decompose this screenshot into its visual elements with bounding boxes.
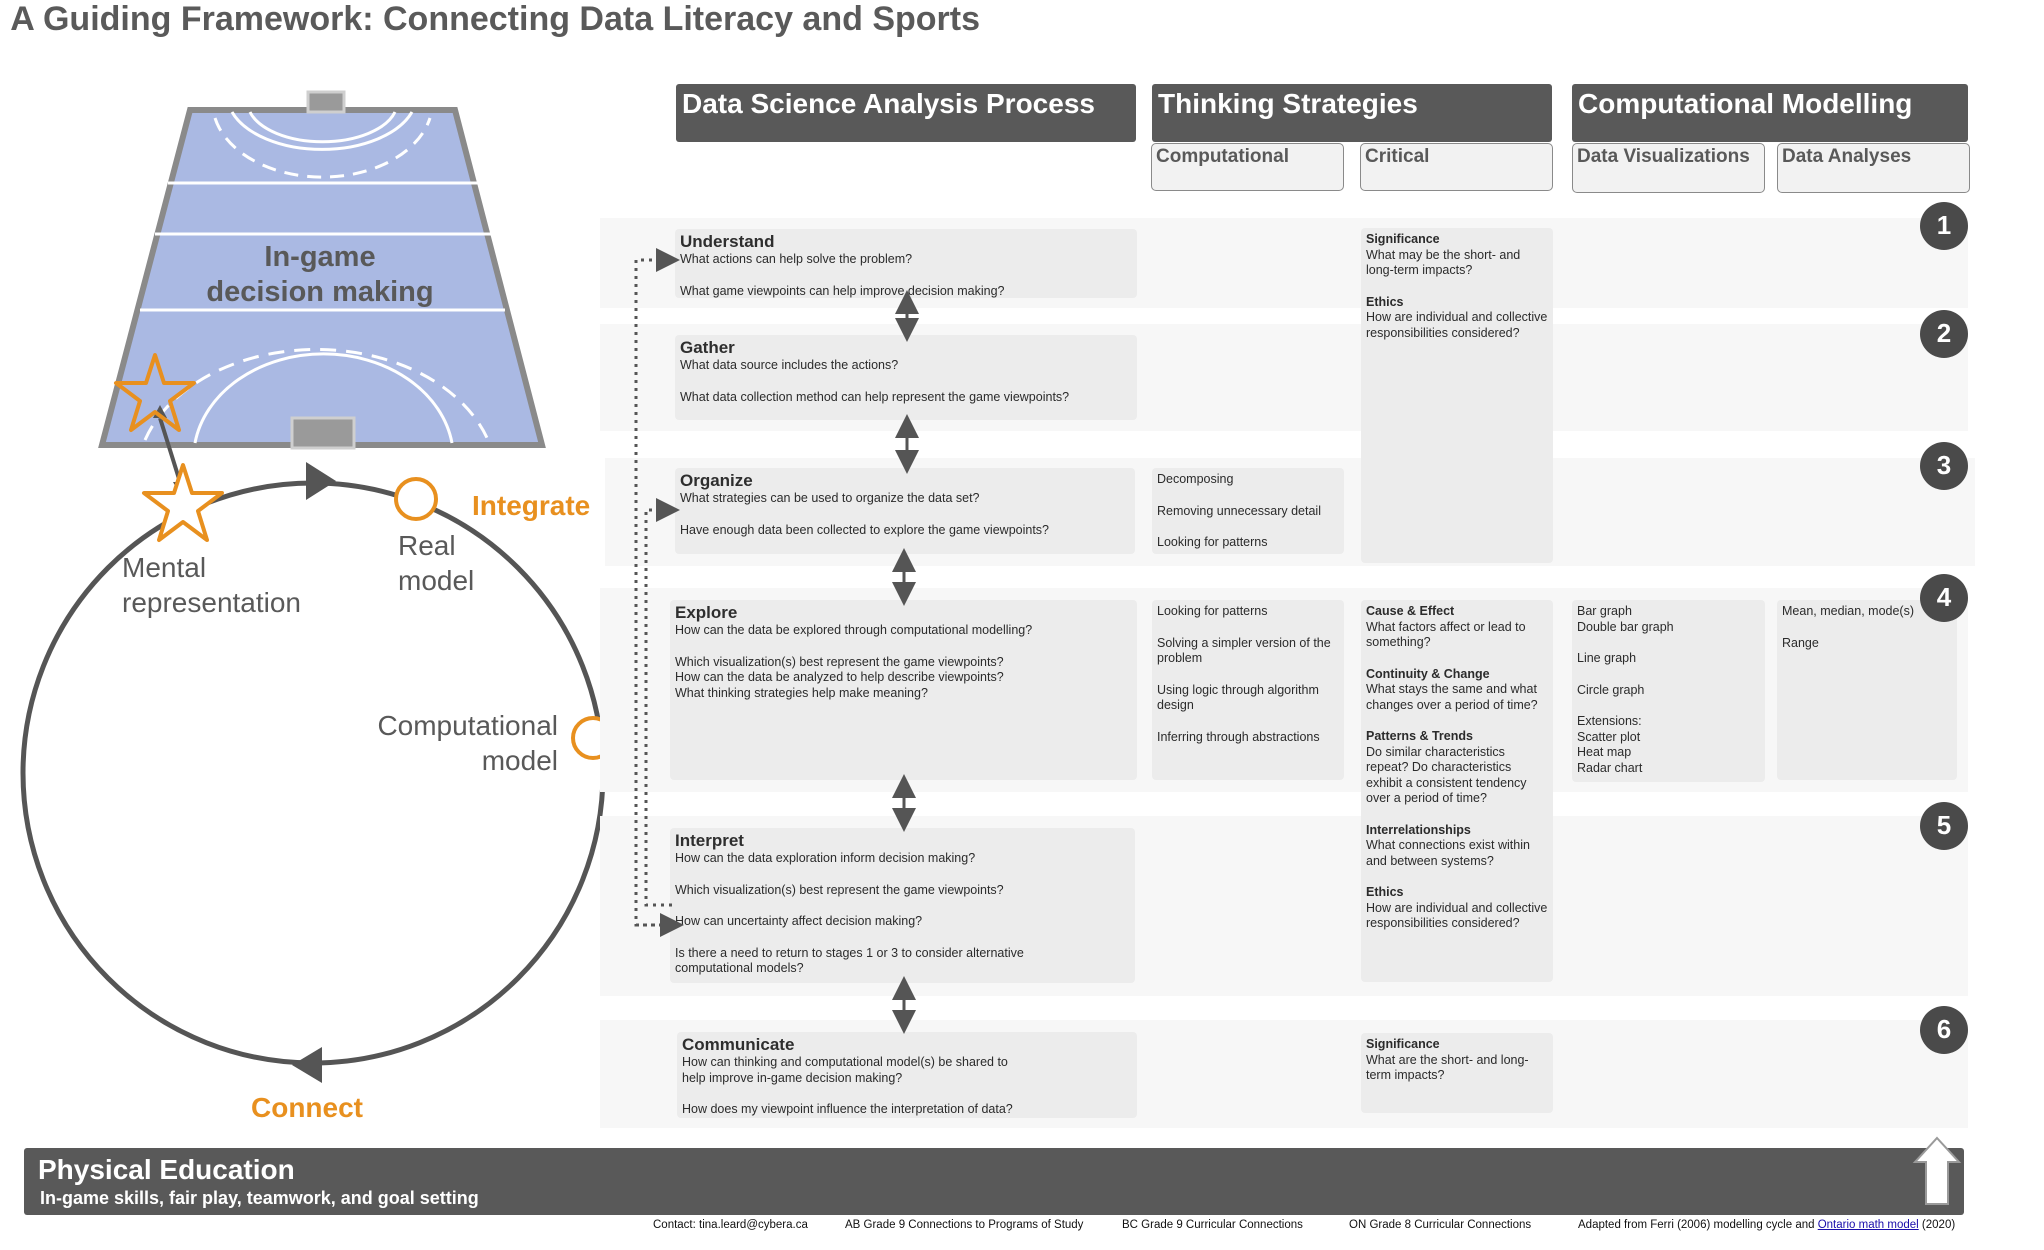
pe-subtitle: In-game skills, fair play, teamwork, and…	[40, 1188, 479, 1208]
subheader-critical: Critical	[1360, 143, 1553, 191]
critical-top: Significance What may be the short- and l…	[1361, 228, 1553, 563]
stage-number-2: 2	[1920, 310, 1968, 358]
header-process: Data Science Analysis Process	[676, 84, 1136, 142]
feedback-loop-to-understand	[634, 248, 680, 927]
footer-bc-link[interactable]: BC Grade 9 Curricular Connections	[1122, 1219, 1303, 1231]
data-analyses-list: Mean, median, mode(s) Range	[1777, 600, 1957, 780]
mental-representation-label: Mental representation	[122, 552, 302, 618]
stage-number-5: 5	[1920, 802, 1968, 850]
real-model-node	[394, 477, 438, 521]
computational-model-label: Computational model	[377, 710, 558, 776]
stage-connectors	[634, 248, 919, 1034]
header-modelling: Computational Modelling	[1572, 84, 1968, 142]
up-arrow-icon	[1912, 1136, 1962, 1205]
connect-label: Connect	[251, 1092, 363, 1123]
court-label-line1: In-game	[264, 241, 376, 273]
stage-number-6: 6	[1920, 1006, 1968, 1054]
court-label: In-game decision making	[200, 240, 440, 310]
cycle-arrow-top	[306, 462, 336, 500]
header-thinking: Thinking Strategies	[1152, 84, 1552, 142]
integrate-label: Integrate	[472, 490, 591, 521]
subheader-computational: Computational	[1151, 143, 1344, 191]
court-label-line2: decision making	[206, 276, 434, 308]
critical-middle: Cause & Effect What factors affect or lea…	[1361, 600, 1553, 982]
modelling-cycle-diagram	[20, 90, 615, 1083]
stage-number-4: 4	[1920, 574, 1968, 622]
stage-number-3: 3	[1920, 442, 1968, 490]
feedback-loop-to-organize	[644, 498, 680, 907]
data-visualizations-list: Bar graph Double bar graph Line graph Ci…	[1572, 600, 1765, 782]
pe-title: Physical Education	[38, 1154, 295, 1185]
footer-on-link[interactable]: ON Grade 8 Curricular Connections	[1349, 1219, 1531, 1231]
critical-bottom: Significance What are the short- and long…	[1361, 1033, 1553, 1113]
ontario-math-model-link[interactable]: Ontario math model	[1818, 1219, 1919, 1231]
footer-contact[interactable]: Contact: tina.leard@cybera.ca	[653, 1219, 808, 1231]
stage-number-1: 1	[1920, 202, 1968, 250]
subheader-data-visualizations: Data Visualizations	[1572, 143, 1765, 193]
subheader-data-analyses: Data Analyses	[1777, 143, 1970, 193]
computational-organize: Decomposing Removing unnecessary detail …	[1152, 468, 1344, 554]
real-model-label: Real model	[398, 530, 475, 596]
cycle-arrow-bottom	[292, 1047, 322, 1083]
physical-education-bar: Physical Education In-game skills, fair …	[24, 1148, 1964, 1215]
footer-ab-link[interactable]: AB Grade 9 Connections to Programs of St…	[845, 1219, 1083, 1231]
footer-adapted: Adapted from Ferri (2006) modelling cycl…	[1578, 1219, 1956, 1231]
computational-explore: Looking for patterns Solving a simpler v…	[1152, 600, 1344, 780]
